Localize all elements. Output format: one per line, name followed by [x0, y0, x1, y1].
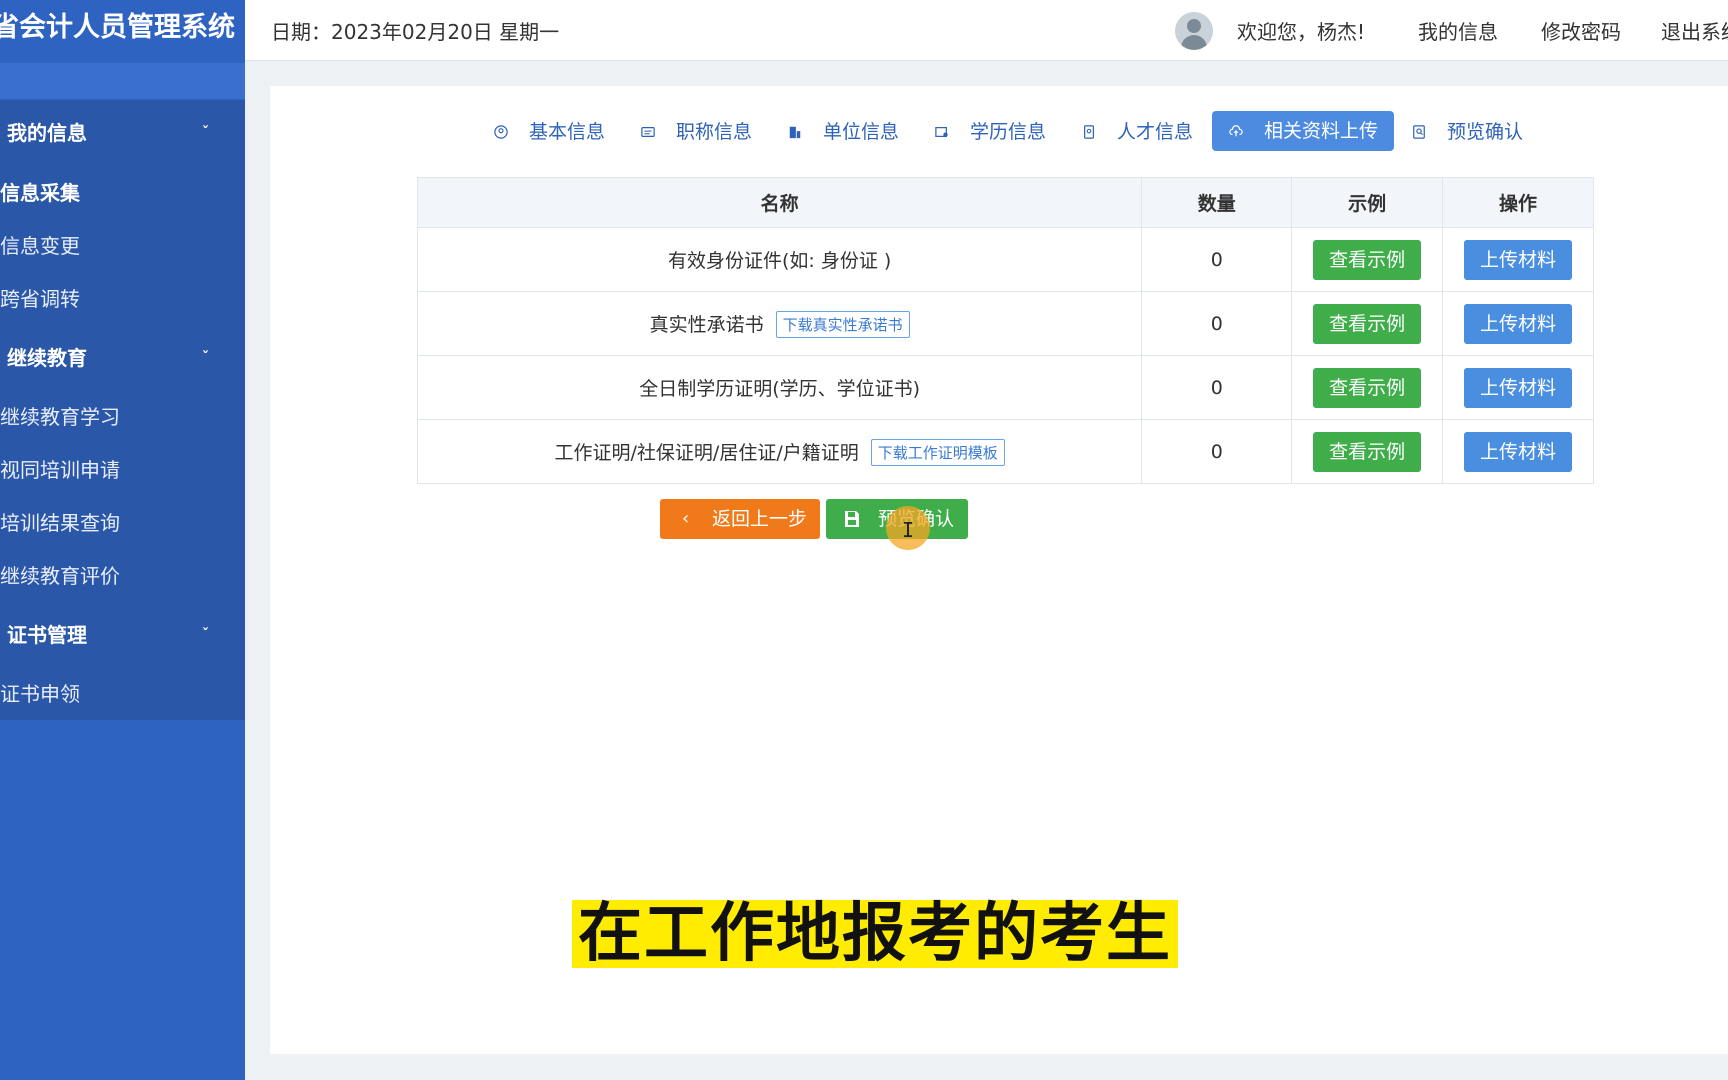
- app-title: 省会计人员管理系统: [0, 12, 235, 43]
- material-name: 全日制学历证明(学历、学位证书): [639, 378, 921, 400]
- sidebar-toolbar: [0, 63, 245, 99]
- tab-label: 基本信息: [529, 121, 606, 143]
- example-cell: 查看示例: [1291, 227, 1444, 292]
- example-cell: 查看示例: [1291, 291, 1444, 356]
- id-card-icon: [641, 127, 655, 137]
- sidebar: 省会计人员管理系统 我的信息 ˇ 信息采集 信息变更 跨省调转 继续教育 ˇ 继…: [0, 0, 245, 1080]
- action-cell: 上传材料: [1442, 291, 1594, 356]
- menu-group-education[interactable]: 继续教育 ˇ: [0, 330, 245, 386]
- tab-unit-info[interactable]: 单位信息: [787, 112, 899, 152]
- upload-material-button[interactable]: 上传材料: [1464, 431, 1573, 472]
- tab-education-info[interactable]: 学历信息: [934, 112, 1046, 152]
- tab-basic-info[interactable]: 基本信息: [493, 112, 605, 152]
- table-header-row: 名称 数量 示例 操作: [416, 177, 1594, 228]
- search-doc-icon: [1413, 125, 1425, 139]
- download-work-template-link[interactable]: 下载工作证明模板: [870, 438, 1005, 466]
- table-row: 有效身份证件(如: 身份证 ) 0 查看示例 上传材料: [416, 227, 1594, 292]
- current-date: 日期：2023年02月20日 星期一: [271, 20, 560, 44]
- example-cell: 查看示例: [1291, 419, 1444, 484]
- upload-material-button[interactable]: 上传材料: [1464, 367, 1573, 408]
- step-tabs: 基本信息 职称信息 单位信息 学历信息 人才信息 相关资料上传 预览确认: [270, 86, 1728, 166]
- material-count: 0: [1141, 291, 1293, 356]
- view-example-button[interactable]: 查看示例: [1313, 303, 1422, 344]
- back-button[interactable]: ‹ 返回上一步: [660, 499, 820, 539]
- material-count: 0: [1141, 227, 1293, 292]
- material-name-cell: 全日制学历证明(学历、学位证书): [416, 355, 1143, 420]
- action-cell: 上传材料: [1442, 419, 1594, 484]
- sidebar-item-edu-study[interactable]: 继续教育学习: [0, 392, 245, 442]
- menu-group-my-info[interactable]: 我的信息 ˇ: [0, 105, 245, 161]
- material-name: 有效身份证件(如: 身份证 ): [668, 250, 892, 272]
- save-icon: [845, 511, 859, 527]
- chevron-left-icon: ‹: [682, 508, 690, 529]
- tab-label: 人才信息: [1117, 121, 1194, 143]
- tab-label: 单位信息: [823, 121, 900, 143]
- change-password-link[interactable]: 修改密码: [1541, 16, 1621, 45]
- logout-link[interactable]: 退出系统: [1661, 16, 1728, 45]
- menu-group-certificate[interactable]: 证书管理 ˇ: [0, 607, 245, 663]
- materials-table: 名称 数量 示例 操作 有效身份证件(如: 身份证 ) 0 查看示例 上传材料 …: [416, 177, 1594, 484]
- chevron-down-icon: ˇ: [202, 627, 209, 643]
- tab-label: 预览确认: [1447, 121, 1524, 143]
- sidebar-item-cert-apply[interactable]: 证书申领: [0, 669, 245, 719]
- view-example-button[interactable]: 查看示例: [1313, 367, 1422, 408]
- table-row: 工作证明/社保证明/居住证/户籍证明 下载工作证明模板 0 查看示例 上传材料: [416, 419, 1594, 484]
- video-subtitle: 在工作地报考的考生: [572, 900, 1178, 968]
- material-name: 真实性承诺书: [649, 313, 764, 336]
- view-example-button[interactable]: 查看示例: [1313, 431, 1422, 472]
- text-cursor-icon: I: [902, 518, 915, 542]
- chevron-down-icon: ˇ: [202, 350, 209, 366]
- user-circle-icon: [494, 125, 508, 139]
- my-info-link[interactable]: 我的信息: [1418, 16, 1498, 45]
- header-name: 名称: [416, 177, 1143, 228]
- badge-icon: [1084, 125, 1094, 139]
- material-name: 工作证明/社保证明/居住证/户籍证明: [554, 441, 859, 464]
- welcome-text: 欢迎您，杨杰!: [1237, 20, 1366, 44]
- header-example: 示例: [1291, 177, 1444, 228]
- material-name-cell: 工作证明/社保证明/居住证/户籍证明 下载工作证明模板: [416, 419, 1143, 484]
- building-icon: [789, 126, 801, 139]
- menu-group-label: 证书管理: [7, 623, 87, 647]
- tab-preview-confirm[interactable]: 预览确认: [1411, 112, 1523, 152]
- sidebar-item-transfer[interactable]: 跨省调转: [0, 274, 245, 324]
- example-cell: 查看示例: [1291, 355, 1444, 420]
- action-cell: 上传材料: [1442, 355, 1594, 420]
- table-row: 全日制学历证明(学历、学位证书) 0 查看示例 上传材料: [416, 355, 1594, 420]
- menu-group-label: 我的信息: [7, 121, 87, 145]
- chevron-down-icon: ˇ: [202, 125, 209, 141]
- sidebar-item-training-apply[interactable]: 视同培训申请: [0, 445, 245, 495]
- material-count: 0: [1141, 355, 1293, 420]
- sidebar-item-info-change[interactable]: 信息变更: [0, 221, 245, 271]
- cloud-upload-icon: [1229, 125, 1243, 137]
- menu-group-label: 继续教育: [7, 346, 87, 370]
- material-name-cell: 真实性承诺书 下载真实性承诺书: [416, 291, 1143, 356]
- material-count: 0: [1141, 419, 1293, 484]
- tab-label: 相关资料上传: [1264, 120, 1379, 142]
- tab-upload-materials[interactable]: 相关资料上传: [1212, 111, 1395, 151]
- view-example-button[interactable]: 查看示例: [1313, 239, 1422, 280]
- sidebar-menu: 我的信息 ˇ 信息采集 信息变更 跨省调转 继续教育 ˇ 继续教育学习 视同培训…: [0, 100, 245, 720]
- tab-title-info[interactable]: 职称信息: [640, 112, 752, 152]
- tab-label: 学历信息: [970, 121, 1047, 143]
- back-button-label: 返回上一步: [712, 508, 808, 530]
- upload-material-button[interactable]: 上传材料: [1464, 303, 1573, 344]
- tab-label: 职称信息: [676, 121, 753, 143]
- sidebar-item-edu-evaluation[interactable]: 继续教育评价: [0, 551, 245, 601]
- upload-material-button[interactable]: 上传材料: [1464, 239, 1573, 280]
- sidebar-item-info-collect[interactable]: 信息采集: [0, 168, 245, 218]
- material-name-cell: 有效身份证件(如: 身份证 ): [416, 227, 1143, 292]
- table-row: 真实性承诺书 下载真实性承诺书 0 查看示例 上传材料: [416, 291, 1594, 356]
- tab-talent-info[interactable]: 人才信息: [1081, 112, 1193, 152]
- action-cell: 上传材料: [1442, 227, 1594, 292]
- header-action: 操作: [1442, 177, 1594, 228]
- download-commitment-link[interactable]: 下载真实性承诺书: [775, 310, 910, 338]
- top-bar: 日期：2023年02月20日 星期一 欢迎您，杨杰! 我的信息 修改密码 退出系…: [245, 0, 1728, 61]
- sidebar-item-training-result[interactable]: 培训结果查询: [0, 498, 245, 548]
- avatar: [1175, 12, 1213, 50]
- header-count: 数量: [1141, 177, 1293, 228]
- diploma-icon: [935, 127, 948, 137]
